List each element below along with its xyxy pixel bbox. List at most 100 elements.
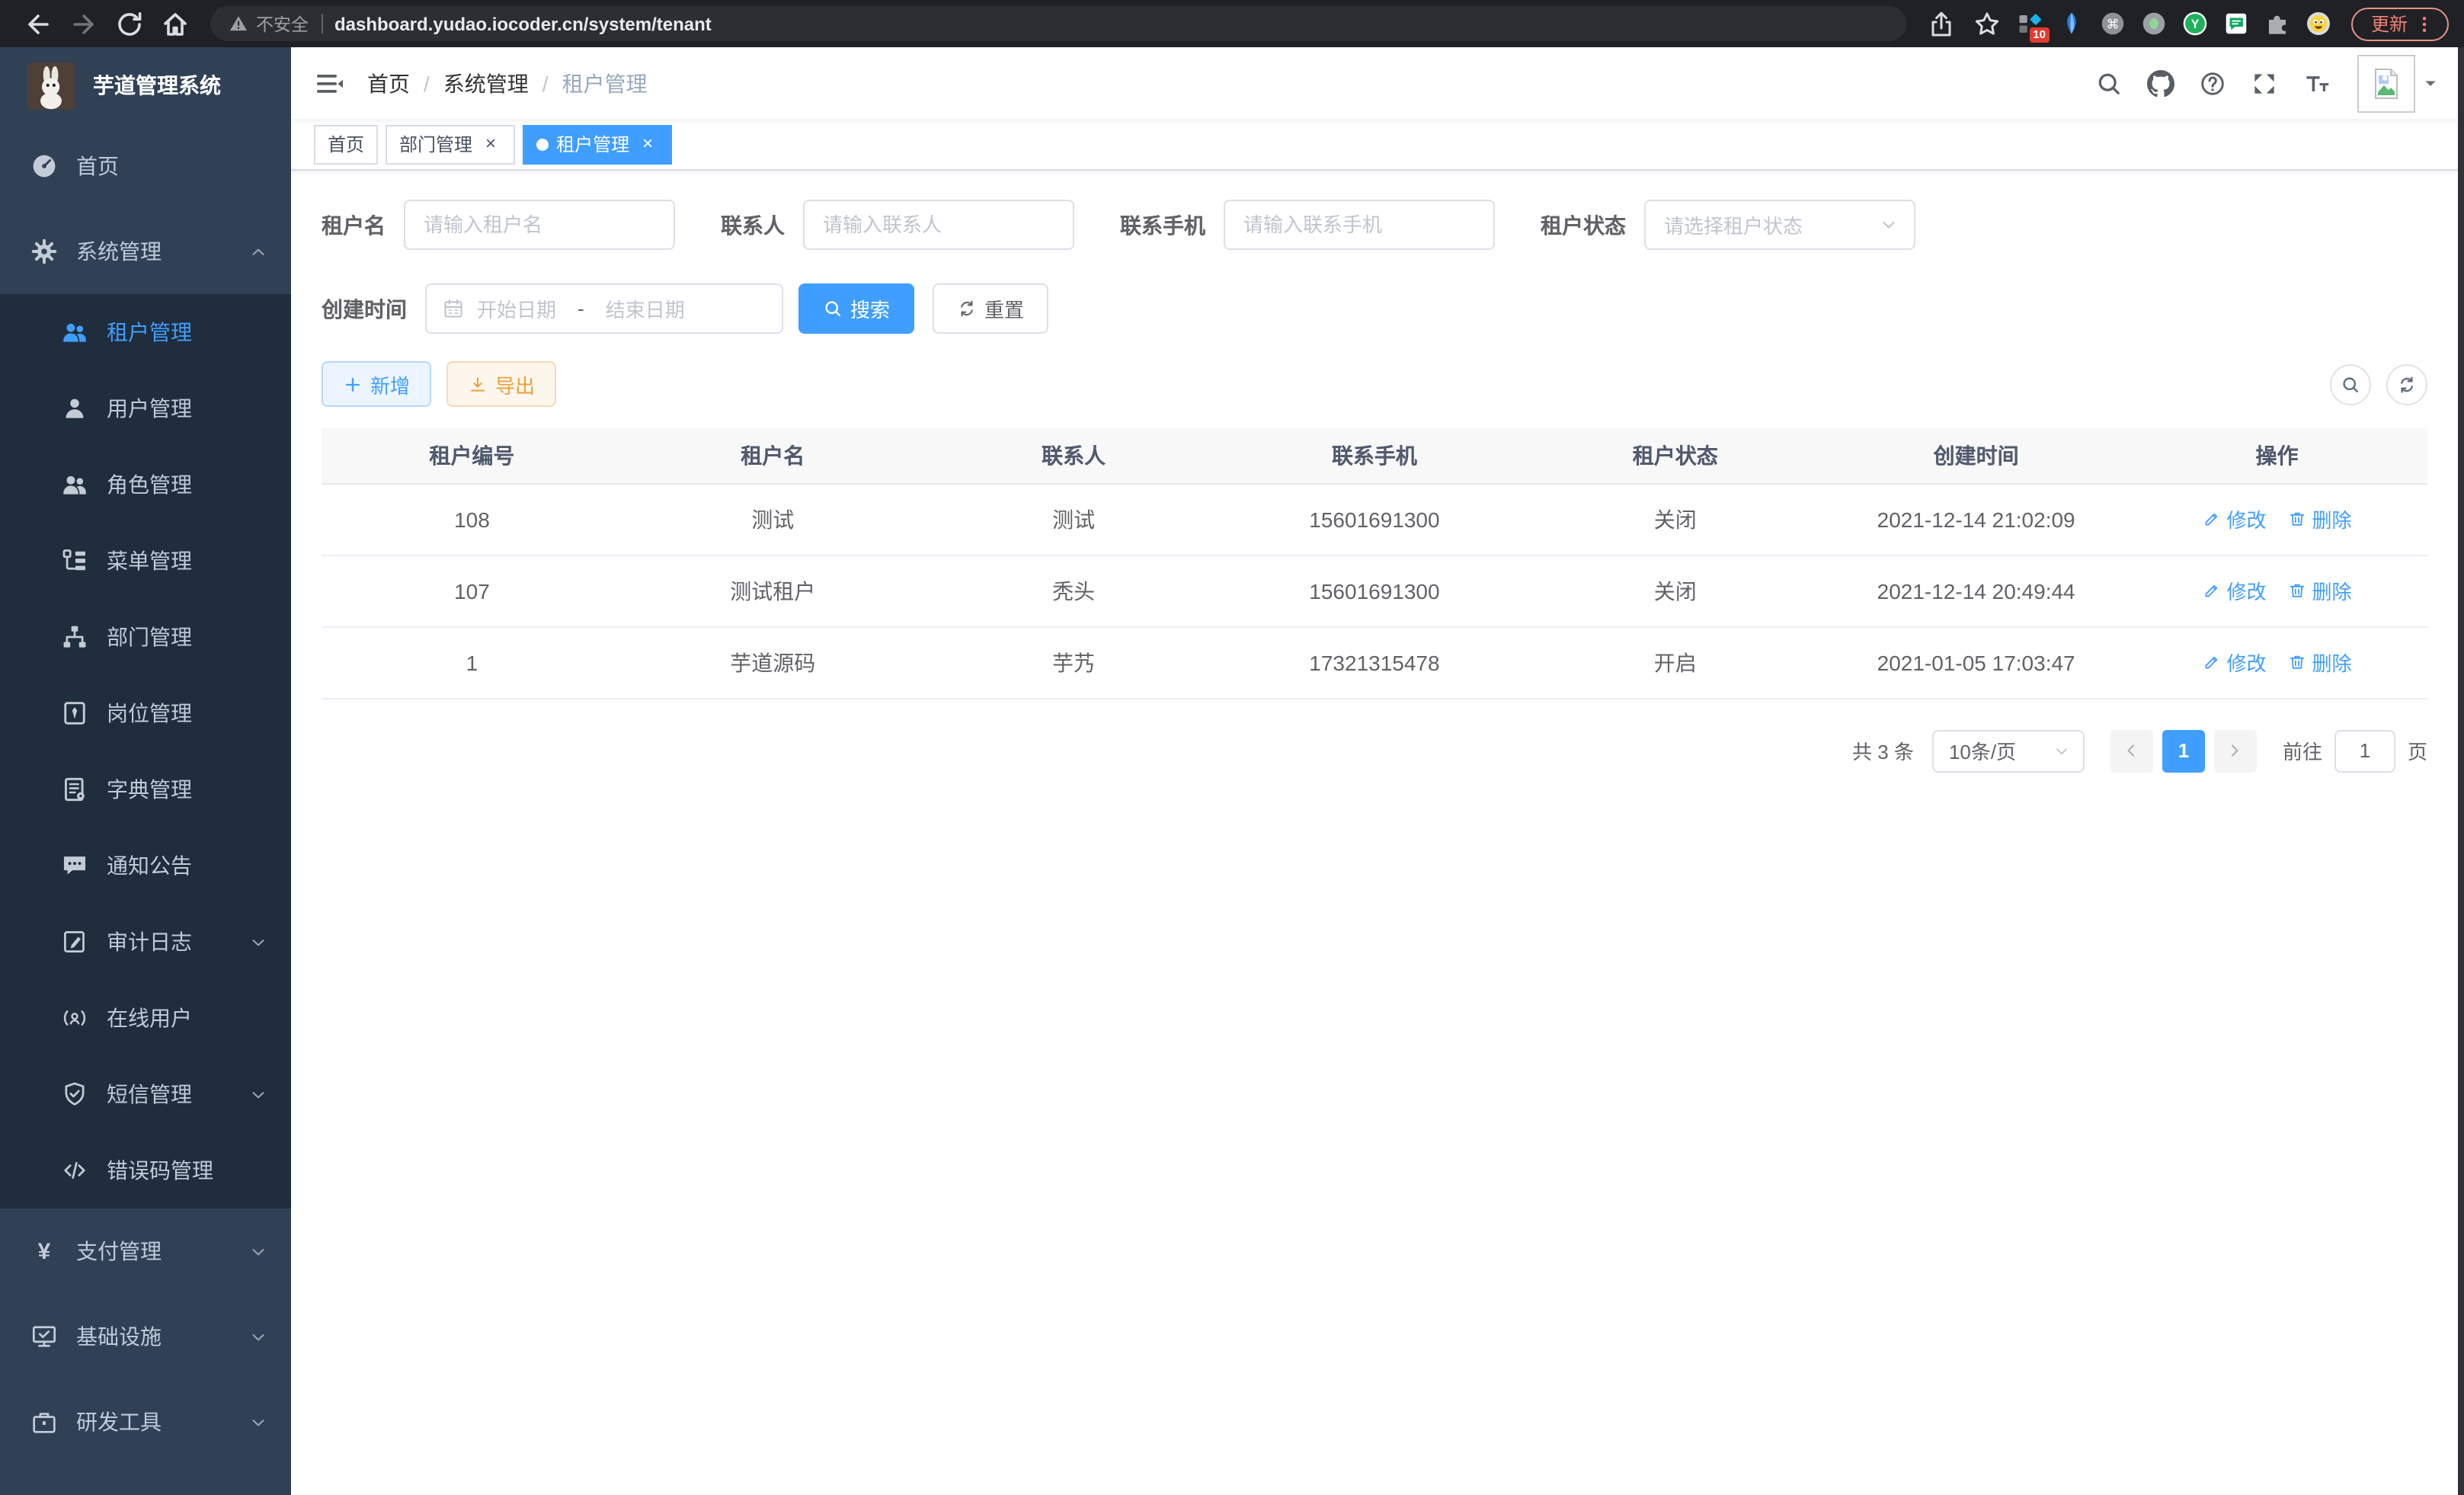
next-page-button[interactable] xyxy=(2214,729,2257,772)
close-tab-icon[interactable]: × xyxy=(637,133,658,155)
sidebar-item-tenant[interactable]: 租户管理 xyxy=(0,294,291,370)
download-icon xyxy=(468,374,488,394)
help-icon[interactable] xyxy=(2199,69,2226,97)
sidebar-item-pay[interactable]: ¥支付管理 xyxy=(0,1208,291,1294)
status-select[interactable]: 请选择租户状态 xyxy=(1644,200,1915,250)
hamburger-icon[interactable] xyxy=(314,68,344,98)
browser-scrollbar[interactable] xyxy=(2458,47,2464,1495)
dashboard-icon xyxy=(30,152,58,180)
sidebar-item-home[interactable]: 首页 xyxy=(0,123,291,209)
tenant-name-input[interactable] xyxy=(404,200,675,250)
current-page-button[interactable]: 1 xyxy=(2162,729,2205,772)
sidebar-item-dict[interactable]: 字典管理 xyxy=(0,751,291,828)
pagination-total: 共 3 条 xyxy=(1852,736,1914,765)
tab-dept[interactable]: 部门管理 × xyxy=(386,124,515,164)
update-button[interactable]: 更新 xyxy=(2351,7,2449,40)
not-secure-warning-icon[interactable] xyxy=(229,14,248,34)
search-button[interactable]: 搜索 xyxy=(798,283,914,334)
breadcrumb-item[interactable]: 系统管理 xyxy=(443,68,529,98)
ext-kite-icon[interactable] xyxy=(2059,11,2085,37)
tab-label: 部门管理 xyxy=(399,131,472,157)
sidebar-item-system[interactable]: 系统管理 xyxy=(0,209,291,294)
sidebar-item-sms[interactable]: 短信管理 xyxy=(0,1056,291,1132)
tab-home[interactable]: 首页 xyxy=(314,124,378,164)
phone-input[interactable] xyxy=(1224,200,1495,250)
ext-puzzle-icon[interactable] xyxy=(2264,11,2290,37)
sidebar-item-notice[interactable]: 通知公告 xyxy=(0,828,291,904)
cell-status: 关闭 xyxy=(1525,555,1826,626)
gear-icon xyxy=(30,238,58,265)
sidebar-item-audit-log[interactable]: 审计日志 xyxy=(0,904,291,980)
sidebar-item-online-user[interactable]: 在线用户 xyxy=(0,980,291,1056)
edit-link[interactable]: 修改 xyxy=(2203,648,2267,677)
broken-image-icon xyxy=(2368,65,2405,101)
share-icon[interactable] xyxy=(1926,8,1957,39)
app-logo-row[interactable]: 芋道管理系统 xyxy=(0,47,291,123)
bookmark-star-icon[interactable] xyxy=(1972,8,2002,39)
column-header: 租户编号 xyxy=(322,428,622,483)
tab-bar: 首页 部门管理 × 租户管理 × xyxy=(291,119,2458,171)
sidebar-item-post[interactable]: 岗位管理 xyxy=(0,675,291,751)
toggle-search-button[interactable] xyxy=(2330,363,2371,405)
page-size-select[interactable]: 10条/页 xyxy=(1932,729,2085,772)
ext-y-icon[interactable]: Y xyxy=(2182,11,2208,37)
kebab-menu-icon[interactable] xyxy=(2414,13,2435,34)
delete-link[interactable]: 删除 xyxy=(2288,504,2352,533)
refresh-table-button[interactable] xyxy=(2386,363,2427,405)
sidebar-item-menu[interactable]: 菜单管理 xyxy=(0,523,291,599)
search-icon[interactable] xyxy=(2095,69,2123,97)
column-header: 联系手机 xyxy=(1224,428,1525,483)
avatar[interactable] xyxy=(2357,54,2415,112)
delete-label: 删除 xyxy=(2312,576,2352,605)
fullscreen-icon[interactable] xyxy=(2251,69,2278,97)
briefcase-icon xyxy=(30,1408,58,1436)
date-range-input[interactable]: 开始日期 - 结束日期 xyxy=(425,283,783,334)
sidebar-item-role[interactable]: 角色管理 xyxy=(0,447,291,523)
ext-record-icon[interactable] xyxy=(2141,11,2167,37)
close-tab-icon[interactable]: × xyxy=(480,133,501,155)
github-icon[interactable] xyxy=(2147,69,2174,97)
contact-input[interactable] xyxy=(803,200,1074,250)
top-navbar: 首页/系统管理/租户管理 xyxy=(291,47,2458,119)
app-title: 芋道管理系统 xyxy=(93,70,221,101)
ext-squares-icon[interactable]: 10 xyxy=(2018,11,2043,37)
add-button[interactable]: 新增 xyxy=(322,361,431,407)
url-text[interactable]: dashboard.yudao.iocoder.cn/system/tenant xyxy=(334,13,712,34)
delete-link[interactable]: 删除 xyxy=(2288,648,2352,677)
browser-forward-icon[interactable] xyxy=(69,8,99,39)
chevron-down-icon xyxy=(2053,741,2071,760)
tab-tenant[interactable]: 租户管理 × xyxy=(523,124,672,164)
security-label[interactable]: 不安全 xyxy=(256,11,309,36)
ext-command-icon[interactable]: ⌘ xyxy=(2100,11,2126,37)
cell-contact: 芋艿 xyxy=(923,626,1224,698)
goto-page-input[interactable] xyxy=(2334,729,2395,772)
sidebar-item-dept[interactable]: 部门管理 xyxy=(0,599,291,675)
breadcrumb-item[interactable]: 首页 xyxy=(367,68,410,98)
address-bar[interactable]: 不安全 dashboard.yudao.iocoder.cn/system/te… xyxy=(210,6,1906,41)
sidebar-item-infra[interactable]: 基础设施 xyxy=(0,1294,291,1379)
sidebar-item-error-code[interactable]: 错误码管理 xyxy=(0,1132,291,1208)
column-header: 创建时间 xyxy=(1826,428,2126,483)
cell-phone: 15601691300 xyxy=(1224,483,1525,555)
reset-button[interactable]: 重置 xyxy=(933,283,1048,334)
font-size-icon[interactable] xyxy=(2302,69,2330,97)
submenu-system: 租户管理用户管理角色管理菜单管理部门管理岗位管理字典管理通知公告审计日志在线用户… xyxy=(0,294,291,1208)
avatar-caret-down-icon[interactable] xyxy=(2421,74,2440,92)
ext-chat-icon[interactable] xyxy=(2223,11,2249,37)
filter-tenant-name: 租户名 xyxy=(322,200,675,250)
breadcrumb-separator: / xyxy=(542,71,549,95)
export-button[interactable]: 导出 xyxy=(446,361,556,407)
tab-label: 租户管理 xyxy=(556,131,629,157)
edit-link[interactable]: 修改 xyxy=(2203,576,2267,605)
browser-back-icon[interactable] xyxy=(23,8,53,39)
ext-avatar-icon[interactable] xyxy=(2306,11,2331,37)
tab-label: 首页 xyxy=(328,131,364,157)
edit-link[interactable]: 修改 xyxy=(2203,504,2267,533)
browser-reload-icon[interactable] xyxy=(114,8,145,39)
prev-page-button[interactable] xyxy=(2110,729,2153,772)
sidebar-item-user[interactable]: 用户管理 xyxy=(0,370,291,447)
sidebar-item-devtool[interactable]: 研发工具 xyxy=(0,1379,291,1465)
sidebar-item-label: 岗位管理 xyxy=(107,698,192,728)
delete-link[interactable]: 删除 xyxy=(2288,576,2352,605)
browser-home-icon[interactable] xyxy=(160,8,190,39)
